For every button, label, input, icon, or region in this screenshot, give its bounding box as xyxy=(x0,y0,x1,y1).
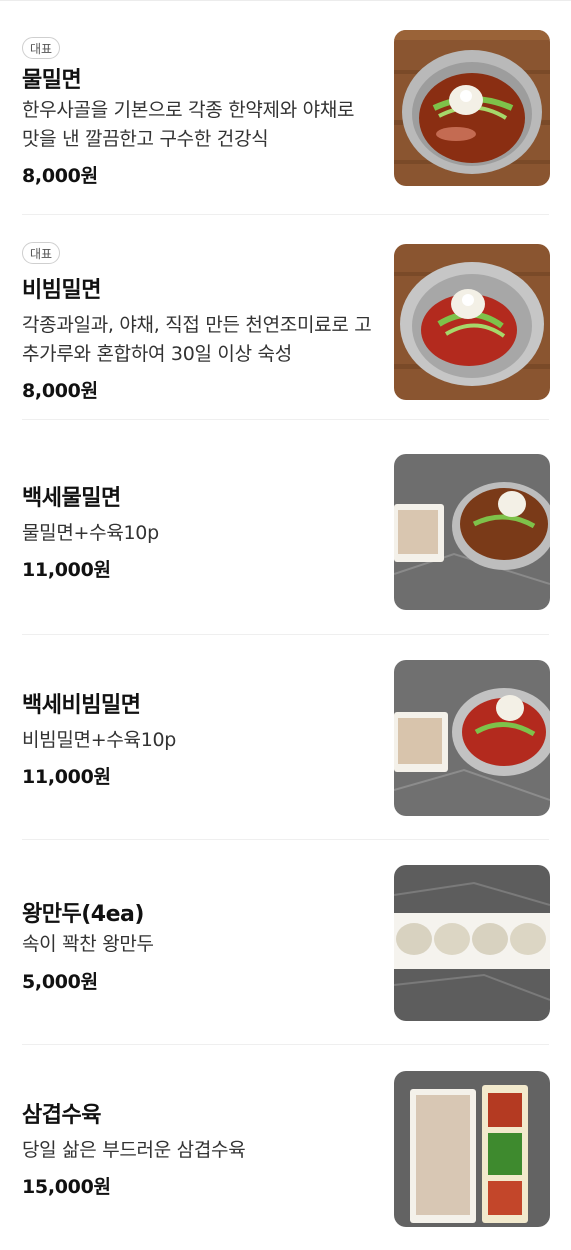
menu-item-bibim-milmyeon[interactable]: 대표 비빔밀면 각종과일과, 야채, 직접 만든 천연조미료로 고추가루와 혼합… xyxy=(0,215,571,420)
menu-item-description: 각종과일과, 야채, 직접 만든 천연조미료로 고추가루와 혼합하여 30일 이… xyxy=(22,314,372,365)
menu-item-description: 한우사골을 기본으로 각종 한약제와 야채로 맛을 낸 깔끔한고 구수한 건강식 xyxy=(22,99,355,150)
menu-item-description: 당일 삶은 부드러운 삼겹수육 xyxy=(22,1139,246,1161)
bibim-milmyeon-photo[interactable] xyxy=(394,244,550,400)
menu-item-description: 물밀면+수육10p xyxy=(22,522,159,544)
item-divider xyxy=(22,419,549,420)
baekse-bibim-milmyeon-photo[interactable] xyxy=(394,660,550,816)
menu-item-wang-mandu[interactable]: 왕만두(4ea) 속이 꽉찬 왕만두 5,000원 xyxy=(0,840,571,1045)
signature-badge: 대표 xyxy=(22,37,61,59)
samgyeop-suyuk-photo[interactable] xyxy=(394,1071,550,1227)
baekse-mul-milmyeon-photo[interactable] xyxy=(394,454,550,610)
menu-item-price: 5,000원 xyxy=(22,971,98,993)
menu-item-name: 삼겹수육 xyxy=(22,1103,101,1128)
menu-item-name: 왕만두(4ea) xyxy=(22,902,144,927)
wang-mandu-photo[interactable] xyxy=(394,865,550,1021)
menu-item-price: 11,000원 xyxy=(22,766,111,788)
menu-item-name: 물밀면 xyxy=(22,68,82,93)
mul-milmyeon-photo[interactable] xyxy=(394,30,550,186)
signature-badge: 대표 xyxy=(22,242,61,264)
menu-item-samgyeop-suyuk[interactable]: 삼겹수육 당일 삶은 부드러운 삼겹수육 15,000원 xyxy=(0,1045,571,1250)
menu-item-price: 8,000원 xyxy=(22,380,98,402)
menu-item-description: 속이 꽉찬 왕만두 xyxy=(22,933,154,955)
menu-item-name: 백세물밀면 xyxy=(22,486,121,511)
menu-item-name: 비빔밀면 xyxy=(22,278,101,303)
menu-item-price: 8,000원 xyxy=(22,165,98,187)
menu-item-mul-milmyeon[interactable]: 대표 물밀면 한우사골을 기본으로 각종 한약제와 야채로 맛을 낸 깔끔한고 … xyxy=(0,10,571,215)
menu-item-baekse-bibim-milmyeon[interactable]: 백세비빔밀면 비빔밀면+수육10p 11,000원 xyxy=(0,635,571,840)
menu-item-baekse-mul-milmyeon[interactable]: 백세물밀면 물밀면+수육10p 11,000원 xyxy=(0,430,571,635)
menu-item-name: 백세비빔밀면 xyxy=(22,693,141,718)
menu-item-price: 15,000원 xyxy=(22,1176,111,1198)
top-divider xyxy=(0,0,571,1)
menu-item-price: 11,000원 xyxy=(22,559,111,581)
menu-item-description: 비빔밀면+수육10p xyxy=(22,729,177,751)
